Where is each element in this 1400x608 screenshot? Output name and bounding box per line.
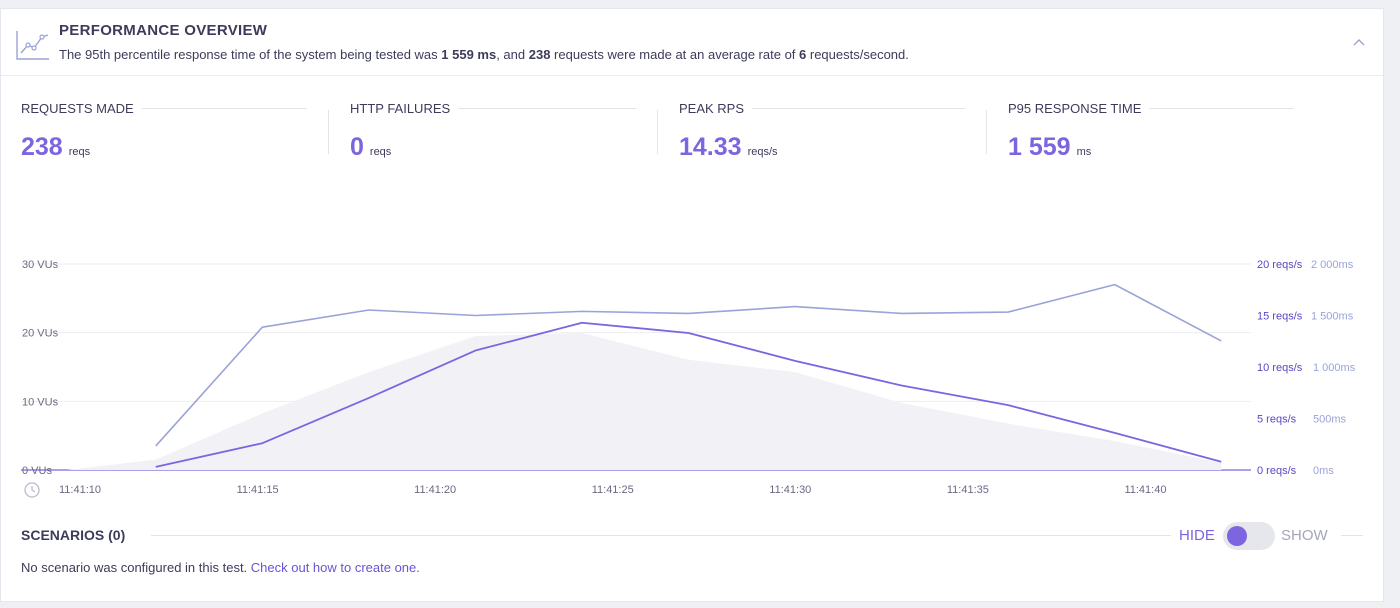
metric-p95-response-time: P95 RESPONSE TIME 1 559 ms bbox=[986, 100, 1308, 162]
metric-divider bbox=[986, 110, 987, 154]
y-tick-label-ms: 500ms bbox=[1313, 414, 1347, 426]
y-tick-label-rps: 0 reqs/s bbox=[1257, 465, 1297, 477]
metric-requests-made: REQUESTS MADE 238 reqs bbox=[21, 100, 321, 162]
metric-divider bbox=[657, 110, 658, 154]
y-tick-label-rps: 20 reqs/s bbox=[1257, 259, 1303, 271]
performance-overview-card: PERFORMANCE OVERVIEW The 95th percentile… bbox=[0, 8, 1384, 602]
x-tick-label: 11:41:40 bbox=[1124, 484, 1166, 496]
empty-text: No scenario was configured in this test. bbox=[21, 560, 251, 575]
x-tick-label: 11:41:20 bbox=[414, 484, 456, 496]
x-tick-label: 11:41:35 bbox=[947, 484, 989, 496]
metric-label: REQUESTS MADE bbox=[21, 101, 142, 116]
y-tick-label-rps: 5 reqs/s bbox=[1257, 414, 1297, 426]
y-tick-label-vus: 20 VUs bbox=[22, 328, 59, 340]
y-tick-label-vus: 30 VUs bbox=[22, 259, 59, 271]
scenarios-rule bbox=[151, 535, 1171, 536]
summary-requests: 238 bbox=[528, 47, 551, 62]
y-tick-label-rps: 10 reqs/s bbox=[1257, 362, 1303, 374]
y-tick-label-vus: 10 VUs bbox=[22, 396, 59, 408]
summary-suffix: requests/second. bbox=[806, 47, 909, 62]
metric-label: PEAK RPS bbox=[679, 101, 753, 116]
hide-label[interactable]: HIDE bbox=[1179, 527, 1215, 544]
y-tick-label-rps: 15 reqs/s bbox=[1257, 311, 1303, 323]
section-title: PERFORMANCE OVERVIEW bbox=[59, 22, 268, 39]
summary-text: The 95th percentile response time of the… bbox=[59, 47, 909, 62]
no-scenario-message: No scenario was configured in this test.… bbox=[21, 560, 420, 575]
scenarios-title: SCENARIOS (0) bbox=[21, 527, 134, 543]
performance-chart[interactable]: 0 VUs 10 VUs 20 VUs 30 VUs 0 reqs/s 5 reqs/s 1… bbox=[1, 244, 1385, 504]
metric-label: P95 RESPONSE TIME bbox=[1008, 101, 1150, 116]
metric-label: HTTP FAILURES bbox=[350, 101, 459, 116]
metric-unit: reqs bbox=[369, 146, 392, 158]
metric-http-failures: HTTP FAILURES 0 reqs bbox=[328, 100, 650, 162]
metric-value: 0 reqs bbox=[350, 133, 392, 161]
metric-unit: reqs/s bbox=[747, 146, 778, 158]
x-tick-label: 11:41:15 bbox=[237, 484, 279, 496]
summary-mid2: requests were made at an average rate of bbox=[550, 47, 800, 62]
metric-unit: reqs bbox=[68, 146, 91, 158]
summary-mid1: , and bbox=[496, 47, 529, 62]
summary-p95: 1 559 ms bbox=[441, 47, 497, 62]
scenarios-toggle[interactable] bbox=[1223, 522, 1275, 550]
clock-icon bbox=[24, 482, 40, 498]
y-tick-label-vus: 0 VUs bbox=[22, 465, 52, 477]
metric-value: 1 559 ms bbox=[1008, 133, 1092, 161]
y-tick-label-ms: 1 500ms bbox=[1311, 311, 1354, 323]
metric-value: 238 reqs bbox=[21, 133, 91, 161]
metric-divider bbox=[328, 110, 329, 154]
toggle-knob bbox=[1227, 526, 1247, 546]
x-tick-label: 11:41:25 bbox=[592, 484, 634, 496]
line-chart-icon bbox=[15, 27, 51, 61]
x-tick-label: 11:41:30 bbox=[769, 484, 811, 496]
metric-peak-rps: PEAK RPS 14.33 reqs/s bbox=[657, 100, 979, 162]
summary-prefix: The 95th percentile response time of the… bbox=[59, 47, 442, 62]
performance-overview-header: PERFORMANCE OVERVIEW The 95th percentile… bbox=[1, 9, 1383, 76]
y-tick-label-ms: 1 000ms bbox=[1313, 362, 1356, 374]
chevron-up-icon[interactable] bbox=[1351, 35, 1367, 49]
y-tick-label-ms: 0ms bbox=[1313, 465, 1334, 477]
metric-value: 14.33 reqs/s bbox=[679, 133, 778, 161]
y-tick-label-ms: 2 000ms bbox=[1311, 259, 1354, 271]
show-label[interactable]: SHOW bbox=[1281, 527, 1328, 544]
metric-unit: ms bbox=[1076, 146, 1092, 158]
create-scenario-link[interactable]: Check out how to create one. bbox=[251, 560, 420, 575]
scenarios-rule-end bbox=[1341, 535, 1363, 536]
x-tick-label: 11:41:10 bbox=[59, 484, 101, 496]
